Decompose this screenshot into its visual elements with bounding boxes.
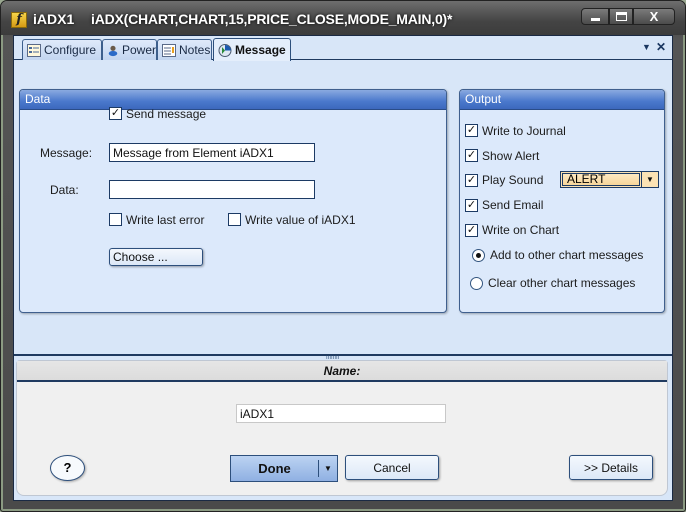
tab-power[interactable]: Power: [102, 39, 157, 60]
close-icon: X: [649, 9, 659, 24]
write-last-error-checkbox[interactable]: [109, 213, 122, 226]
configure-icon: [27, 43, 41, 57]
function-f-icon: f: [11, 12, 27, 28]
sound-select[interactable]: ALERT ▼: [560, 171, 659, 188]
title-bar[interactable]: f iADX1 iADX(CHART,CHART,15,PRICE_CLOSE,…: [1, 1, 685, 35]
cancel-button[interactable]: Cancel: [345, 455, 439, 480]
check-icon: ✓: [466, 174, 477, 186]
add-to-other-radio[interactable]: [472, 249, 485, 262]
dialog-window: f iADX1 iADX(CHART,CHART,15,PRICE_CLOSE,…: [0, 0, 686, 512]
send-email-label: Send Email: [482, 198, 544, 212]
send-email-checkbox[interactable]: ✓: [465, 199, 478, 212]
help-button[interactable]: ?: [50, 455, 85, 481]
data-group: Data ✓ Send message Message: Data: Write…: [19, 89, 447, 313]
tab-notes[interactable]: Notes: [157, 39, 212, 60]
dialog-client: Configure Power Notes Message ▼ ✕ Data ✓…: [13, 35, 673, 501]
done-split-button[interactable]: Done ▼: [230, 455, 338, 482]
data-label: Data:: [50, 183, 79, 197]
notes-icon: [162, 43, 176, 57]
message-globe-icon: [218, 43, 232, 57]
output-group: Output ✓ Write to Journal ✓ Show Alert ✓…: [459, 89, 665, 313]
details-button[interactable]: >> Details: [569, 455, 653, 480]
write-to-journal-checkbox[interactable]: ✓: [465, 124, 478, 137]
window-expression: iADX(CHART,CHART,15,PRICE_CLOSE,MODE_MAI…: [91, 11, 453, 27]
chevron-down-icon[interactable]: ▼: [641, 172, 658, 187]
message-input[interactable]: [109, 143, 315, 162]
name-header: Name:: [17, 361, 667, 382]
tab-message[interactable]: Message: [213, 38, 291, 61]
tab-label: Notes: [179, 43, 211, 57]
clear-other-label: Clear other chart messages: [488, 276, 636, 290]
sound-select-value: ALERT: [562, 173, 640, 186]
check-icon: ✓: [466, 124, 477, 136]
minimize-icon: [590, 18, 600, 21]
help-icon: ?: [63, 460, 72, 475]
write-value-label: Write value of iADX1: [245, 213, 356, 227]
window-controls: X: [581, 8, 675, 25]
check-icon: ✓: [466, 199, 477, 211]
write-value-checkbox[interactable]: [228, 213, 241, 226]
maximize-button[interactable]: [609, 8, 633, 25]
tab-configure[interactable]: Configure: [22, 39, 102, 60]
name-panel: Name: ? Done ▼ Cancel >> Details: [16, 360, 668, 496]
close-window-button[interactable]: X: [633, 8, 675, 25]
add-to-other-label: Add to other chart messages: [490, 248, 644, 262]
send-message-label: Send message: [126, 107, 207, 121]
show-alert-checkbox[interactable]: ✓: [465, 149, 478, 162]
clear-other-radio[interactable]: [470, 277, 483, 290]
write-last-error-label: Write last error: [126, 213, 205, 227]
minimize-button[interactable]: [581, 8, 609, 25]
tab-label: Power: [121, 43, 156, 57]
data-input[interactable]: [109, 180, 315, 199]
tab-list-dropdown-icon[interactable]: ▼: [642, 42, 651, 52]
play-sound-label: Play Sound: [482, 173, 544, 187]
radio-selected-dot: [476, 253, 481, 258]
done-button[interactable]: Done: [231, 456, 318, 481]
tab-label: Configure: [44, 43, 97, 57]
show-alert-label: Show Alert: [482, 149, 540, 163]
write-to-journal-label: Write to Journal: [482, 124, 566, 138]
message-label: Message:: [40, 146, 93, 160]
data-group-title: Data: [20, 90, 446, 110]
name-input[interactable]: [236, 404, 446, 423]
done-dropdown-icon[interactable]: ▼: [319, 456, 337, 481]
output-group-title: Output: [460, 90, 664, 110]
close-tab-icon[interactable]: ✕: [656, 40, 666, 54]
check-icon: ✓: [110, 107, 121, 119]
check-icon: ✓: [466, 224, 477, 236]
tab-strip: Configure Power Notes Message ▼ ✕: [14, 36, 672, 61]
power-icon: [108, 45, 118, 56]
window-element-name: iADX1: [33, 11, 75, 27]
maximize-icon: [615, 12, 627, 21]
send-message-checkbox[interactable]: ✓: [109, 107, 122, 120]
choose-button[interactable]: Choose ...: [109, 248, 203, 266]
check-icon: ✓: [466, 149, 477, 161]
tab-label: Message: [235, 43, 286, 57]
write-on-chart-label: Write on Chart: [482, 223, 560, 237]
write-on-chart-checkbox[interactable]: ✓: [465, 224, 478, 237]
play-sound-checkbox[interactable]: ✓: [465, 174, 478, 187]
